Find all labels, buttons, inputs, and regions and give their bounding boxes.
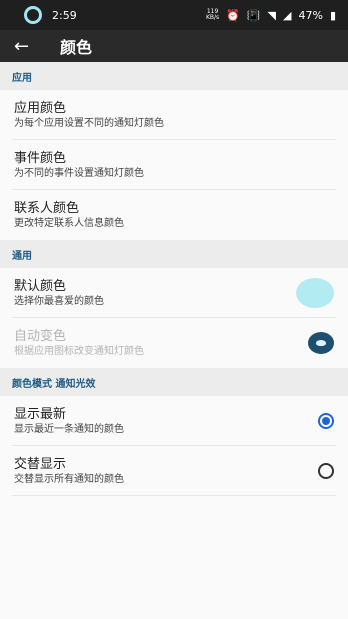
network-speed: 119 KB/s	[206, 9, 219, 21]
item-subtitle: 根据应用图标改变通知灯颜色	[14, 345, 144, 357]
item-title: 联系人颜色	[14, 200, 80, 216]
list-item-auto-color[interactable]: 自动变色 根据应用图标改变通知灯颜色	[0, 318, 348, 368]
page-title: 颜色	[60, 38, 93, 57]
item-texts: 应用颜色 为每个应用设置不同的通知灯颜色	[14, 100, 164, 131]
item-texts: 显示最新 显示最近一条通知的颜色	[14, 406, 124, 437]
auto-color-toggle-icon	[316, 340, 326, 346]
radio-alternate-display[interactable]	[318, 463, 334, 479]
signal-icon: ◢	[283, 8, 292, 22]
section-header-general: 通用	[0, 240, 348, 268]
item-title: 应用颜色	[14, 100, 67, 116]
item-title: 显示最新	[14, 406, 67, 422]
item-title: 默认颜色	[14, 278, 67, 294]
list-item-alternate-display[interactable]: 交替显示 交替显示所有通知的颜色	[0, 446, 348, 496]
item-texts: 自动变色 根据应用图标改变通知灯颜色	[14, 328, 144, 359]
list-item-event-color[interactable]: 事件颜色 为不同的事件设置通知灯颜色	[0, 140, 348, 190]
item-texts: 默认颜色 选择你最喜爱的颜色	[14, 278, 104, 309]
item-texts: 事件颜色 为不同的事件设置通知灯颜色	[14, 150, 144, 181]
item-subtitle: 更改特定联系人信息颜色	[14, 217, 124, 229]
section-header-color-mode: 颜色模式 通知光效	[0, 368, 348, 396]
item-subtitle: 选择你最喜爱的颜色	[14, 295, 104, 307]
item-title: 事件颜色	[14, 150, 67, 166]
status-left: 2:59	[24, 6, 77, 24]
item-subtitle: 为不同的事件设置通知灯颜色	[14, 167, 144, 179]
radio-dot	[322, 417, 330, 425]
item-subtitle: 显示最近一条通知的颜色	[14, 423, 124, 435]
network-speed-unit: KB/s	[205, 14, 220, 21]
radio-show-latest[interactable]	[318, 413, 334, 429]
item-texts: 联系人颜色 更改特定联系人信息颜色	[14, 200, 124, 231]
list-item-default-color[interactable]: 默认颜色 选择你最喜爱的颜色	[0, 268, 348, 318]
battery-icon: ▮	[329, 8, 336, 22]
battery-text: 47%	[298, 8, 323, 22]
vibrate-icon: 📳	[246, 8, 261, 22]
status-right: 119 KB/s ⏰ 📳 ◥ ◢ 47% ▮	[206, 9, 336, 22]
item-title: 自动变色	[14, 328, 67, 344]
list-item-contact-color[interactable]: 联系人颜色 更改特定联系人信息颜色	[0, 190, 348, 240]
item-subtitle: 为每个应用设置不同的通知灯颜色	[14, 117, 164, 129]
auto-color-toggle[interactable]	[308, 332, 334, 354]
notification-ring-icon	[24, 6, 42, 24]
color-swatch[interactable]	[296, 278, 334, 308]
app-bar: ← 颜色	[0, 30, 348, 62]
status-bar: 2:59 119 KB/s ⏰ 📳 ◥ ◢ 47% ▮	[0, 0, 348, 30]
status-time: 2:59	[52, 8, 77, 22]
list-item-app-color[interactable]: 应用颜色 为每个应用设置不同的通知灯颜色	[0, 90, 348, 140]
item-subtitle: 交替显示所有通知的颜色	[14, 473, 124, 485]
alarm-icon: ⏰	[226, 8, 240, 22]
back-arrow-icon[interactable]: ←	[14, 36, 38, 57]
item-title: 交替显示	[14, 456, 67, 472]
section-header-apps: 应用	[0, 62, 348, 90]
wifi-icon: ◥	[267, 8, 277, 22]
list-item-show-latest[interactable]: 显示最新 显示最近一条通知的颜色	[0, 396, 348, 446]
item-texts: 交替显示 交替显示所有通知的颜色	[14, 456, 124, 487]
